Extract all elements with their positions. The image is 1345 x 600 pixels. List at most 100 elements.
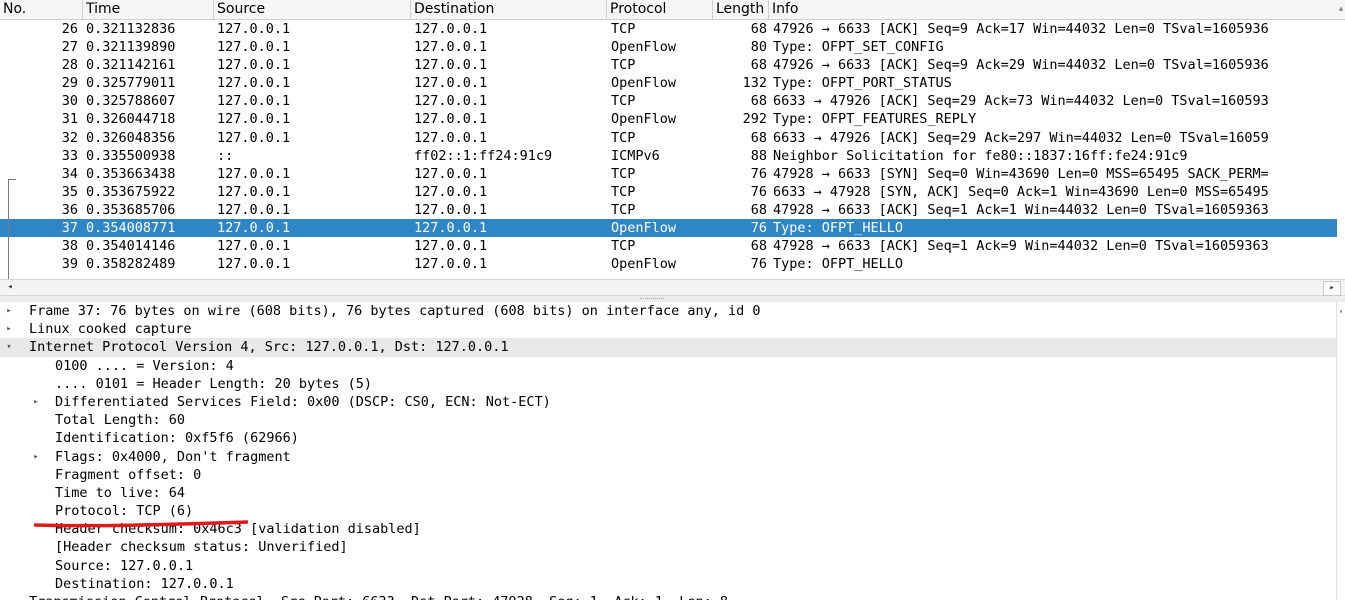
packet-row[interactable]: 29 0.325779011 127.0.0.1 127.0.0.1 OpenFlow 1… — [0, 74, 1337, 92]
column-header-info[interactable]: Info — [769, 0, 1337, 19]
detail-tree-item[interactable]: Source: 127.0.0.1 — [0, 557, 1337, 575]
detail-tree-item[interactable]: Destination: 127.0.0.1 — [0, 575, 1337, 593]
column-header-protocol[interactable]: Protocol — [607, 0, 713, 19]
packet-destination: 127.0.0.1 — [414, 111, 488, 128]
packet-row-selected[interactable]: 37 0.354008771 127.0.0.1 127.0.0.1 OpenFlow 7… — [0, 219, 1337, 238]
packet-row[interactable]: 32 0.326048356 127.0.0.1 127.0.0.1 TCP 68 6633… — [0, 129, 1337, 147]
packet-row[interactable]: 35 0.353675922 127.0.0.1 127.0.0.1 TCP 76 6633… — [0, 183, 1337, 201]
packet-row[interactable]: 27 0.321139890 127.0.0.1 127.0.0.1 OpenFlow 8… — [0, 38, 1337, 56]
packet-no: 26 — [61, 21, 78, 37]
packet-time: 0.325788607 — [86, 93, 176, 110]
collapsed-arrow-icon[interactable]: ▸ — [3, 320, 15, 338]
packet-info: 6633 → 47926 [ACK] Seq=29 Ack=73 Win=440… — [773, 93, 1269, 110]
column-header-time[interactable]: Time — [83, 0, 214, 19]
column-header-length[interactable]: Length — [713, 0, 769, 19]
packet-source: 127.0.0.1 — [217, 75, 291, 92]
packet-protocol: OpenFlow — [611, 256, 677, 273]
detail-tree-label: Internet Protocol Version 4, Src: 127.0.… — [29, 339, 509, 356]
detail-tree-item[interactable]: Header checksum: 0x46c3 [validation disa… — [0, 520, 1337, 538]
packet-details-pane[interactable]: ▸ Frame 37: 76 bytes on wire (608 bits), … — [0, 302, 1337, 600]
packet-row[interactable]: 39 0.358282489 127.0.0.1 127.0.0.1 OpenFlow 7… — [0, 255, 1337, 273]
detail-tree-label: Linux cooked capture — [29, 321, 192, 338]
detail-tree-item[interactable]: ▸ Frame 37: 76 bytes on wire (608 bits), … — [0, 302, 1337, 320]
detail-tree-label: Differentiated Services Field: 0x00 (DSC… — [55, 393, 551, 410]
packet-destination: ff02::1:ff24:91c9 — [414, 147, 553, 164]
scroll-up-icon[interactable]: ▴ — [1337, 2, 1345, 16]
detail-tree-label: Frame 37: 76 bytes on wire (608 bits), 7… — [29, 303, 761, 319]
detail-tree-item[interactable]: ▸ Linux cooked capture — [0, 320, 1337, 338]
packet-protocol: OpenFlow — [611, 220, 677, 237]
scroll-right-icon[interactable]: ▸ — [1323, 281, 1341, 296]
packet-destination: 127.0.0.1 — [414, 57, 488, 74]
packet-list-header: No. Time Source Destination Protocol Len… — [0, 0, 1345, 20]
detail-tree-label: Header checksum: 0x46c3 [validation disa… — [55, 521, 421, 538]
packet-info: 6633 → 47928 [SYN, ACK] Seq=0 Ack=1 Win=… — [773, 183, 1269, 200]
detail-tree-item[interactable]: Time to live: 64 — [0, 484, 1337, 502]
packet-destination: 127.0.0.1 — [414, 165, 488, 182]
packet-source: 127.0.0.1 — [217, 21, 291, 37]
detail-tree-item[interactable]: 0100 .... = Version: 4 — [0, 357, 1337, 375]
detail-tree-label: 0100 .... = Version: 4 — [55, 357, 234, 374]
detail-tree-item[interactable]: Identification: 0xf5f6 (62966) — [0, 429, 1337, 447]
packet-row[interactable]: 26 0.321132836 127.0.0.1 127.0.0.1 TCP 68 4792… — [0, 20, 1337, 38]
detail-tree-item[interactable]: Fragment offset: 0 — [0, 466, 1337, 484]
packet-row[interactable]: 33 0.335500938:: ff02::1:ff24:91c9 ICMPv6 88… — [0, 147, 1337, 165]
packet-no: 37 — [61, 220, 78, 237]
collapsed-arrow-icon[interactable]: ▸ — [3, 593, 15, 600]
scroll-left-icon[interactable]: ◂ — [2, 281, 18, 294]
column-header-destination[interactable]: Destination — [411, 0, 607, 19]
column-header-no[interactable]: No. — [0, 0, 83, 19]
collapsed-arrow-icon[interactable]: ▸ — [30, 448, 42, 466]
detail-tree-item[interactable]: .... 0101 = Header Length: 20 bytes (5) — [0, 375, 1337, 393]
packet-protocol: OpenFlow — [611, 75, 677, 92]
packet-info: Type: OFPT_HELLO — [773, 220, 904, 237]
collapsed-arrow-icon[interactable]: ▸ — [3, 302, 15, 320]
packet-list-pane[interactable]: No. Time Source Destination Protocol Len… — [0, 0, 1345, 296]
packet-time: 0.321142161 — [86, 57, 176, 74]
detail-tree-item[interactable]: ▸ Transmission Control Protocol, Src Port… — [0, 593, 1337, 600]
packet-destination: 127.0.0.1 — [414, 220, 488, 237]
packet-length: 76 — [750, 183, 767, 200]
packet-source: 127.0.0.1 — [217, 238, 291, 255]
detail-tree-label: Protocol: TCP (6) — [55, 503, 194, 520]
packet-protocol: TCP — [611, 93, 636, 110]
collapsed-arrow-icon[interactable]: ▸ — [30, 393, 42, 411]
column-header-source[interactable]: Source — [214, 0, 411, 19]
packet-info: Type: OFPT_HELLO — [773, 256, 904, 273]
packet-row[interactable]: 34 0.353663438 127.0.0.1 127.0.0.1 TCP 76 4792… — [0, 165, 1337, 183]
packet-length: 132 — [742, 75, 767, 92]
packet-row[interactable]: 31 0.326044718 127.0.0.1 127.0.0.1 OpenFlow 2… — [0, 110, 1337, 128]
detail-tree-item[interactable]: ▸ Flags: 0x4000, Don't fragment — [0, 448, 1337, 466]
packet-source: 127.0.0.1 — [217, 220, 291, 237]
packet-protocol: OpenFlow — [611, 111, 677, 128]
packet-no: 29 — [61, 75, 78, 92]
scroll-up-icon[interactable]: ▴ — [1337, 306, 1345, 315]
packet-length: 68 — [750, 201, 767, 218]
detail-tree-item[interactable]: Total Length: 60 — [0, 411, 1337, 429]
splitter-grip[interactable] — [640, 298, 664, 301]
packet-row[interactable]: 30 0.325788607 127.0.0.1 127.0.0.1 TCP 68 6633… — [0, 92, 1337, 110]
packet-no: 39 — [61, 256, 78, 273]
packet-no: 28 — [61, 57, 78, 74]
packet-no: 30 — [61, 93, 78, 110]
detail-tree-item[interactable]: ▸ Differentiated Services Field: 0x00 (DS… — [0, 393, 1337, 411]
packet-source: 127.0.0.1 — [217, 165, 291, 182]
detail-tree-item[interactable]: [Header checksum status: Unverified] — [0, 538, 1337, 556]
packet-source: :: — [217, 147, 234, 164]
packet-source: 127.0.0.1 — [217, 201, 291, 218]
detail-tree-item[interactable]: Protocol: TCP (6) — [0, 502, 1337, 520]
packet-source: 127.0.0.1 — [217, 93, 291, 110]
packet-length: 292 — [742, 111, 767, 128]
packet-row[interactable]: 36 0.353685706 127.0.0.1 127.0.0.1 TCP 68 4792… — [0, 201, 1337, 219]
packet-length: 76 — [750, 220, 767, 237]
detail-tree-item[interactable]: ▾ Internet Protocol Version 4, Src: 127.0… — [0, 338, 1337, 357]
packet-row[interactable]: 38 0.354014146 127.0.0.1 127.0.0.1 TCP 68 4792… — [0, 237, 1337, 255]
packet-destination: 127.0.0.1 — [414, 75, 488, 92]
expanded-arrow-icon[interactable]: ▾ — [3, 338, 15, 356]
details-vertical-scrollbar[interactable]: ▴ — [1336, 302, 1345, 600]
packet-row[interactable]: 28 0.321142161 127.0.0.1 127.0.0.1 TCP 68 4792… — [0, 56, 1337, 74]
packet-destination: 127.0.0.1 — [414, 39, 488, 56]
packet-length: 76 — [750, 256, 767, 273]
horizontal-scrollbar[interactable]: ◂ ▸ — [0, 279, 1345, 296]
packet-time: 0.354014146 — [86, 238, 176, 255]
